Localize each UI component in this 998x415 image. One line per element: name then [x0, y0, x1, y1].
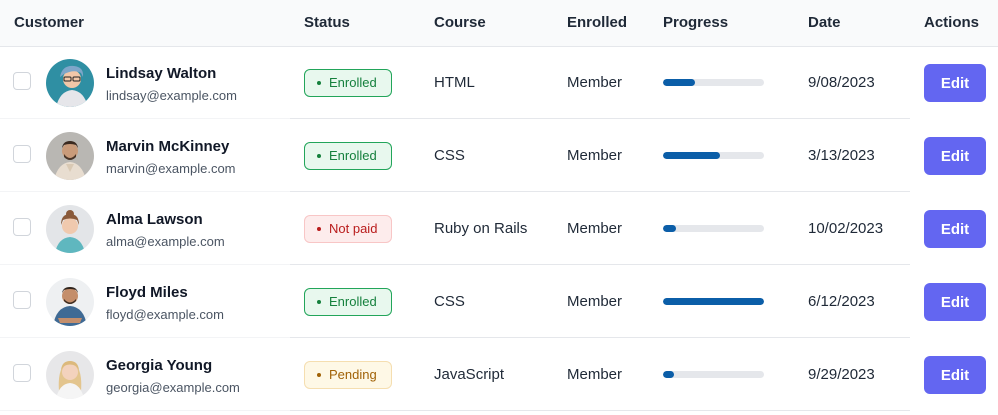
- header-actions: Actions: [924, 14, 980, 31]
- row-checkbox[interactable]: [13, 72, 31, 90]
- customer-email: lindsay@example.com: [106, 88, 237, 103]
- row-checkbox[interactable]: [13, 145, 31, 163]
- table-row: Georgia Young georgia@example.com Pendin…: [0, 338, 998, 411]
- avatar: [46, 59, 94, 107]
- customer-email: alma@example.com: [106, 234, 225, 249]
- header-course[interactable]: Course: [434, 0, 486, 46]
- customers-table: Customer Status Course Enrolled Progress…: [0, 0, 998, 415]
- customer-name: Marvin McKinney: [106, 138, 230, 155]
- table-header: Customer Status Course Enrolled Progress…: [0, 0, 998, 47]
- avatar: [46, 132, 94, 180]
- avatar: [46, 205, 94, 253]
- avatar: [46, 278, 94, 326]
- progress-fill: [663, 371, 675, 378]
- progress-bar: [663, 225, 764, 232]
- edit-button[interactable]: Edit: [924, 283, 986, 321]
- header-enrolled[interactable]: Enrolled: [567, 0, 627, 46]
- enrollment-type: Member: [567, 220, 623, 237]
- enrollment-date: 6/12/2023: [808, 293, 875, 310]
- status-dot-icon: [317, 153, 321, 158]
- table-row: Alma Lawson alma@example.com Not paid Ru…: [0, 192, 998, 265]
- header-date[interactable]: Date: [808, 0, 841, 46]
- progress-bar: [663, 298, 764, 305]
- enrollment-date: 9/29/2023: [808, 366, 875, 383]
- row-divider: [290, 410, 910, 411]
- course-name: CSS: [434, 293, 465, 310]
- table-row: Marvin McKinney marvin@example.com Enrol…: [0, 119, 998, 192]
- status-label: Enrolled: [329, 148, 377, 163]
- edit-button[interactable]: Edit: [924, 210, 986, 248]
- status-dot-icon: [317, 226, 321, 231]
- enrollment-type: Member: [567, 293, 623, 310]
- header-customer[interactable]: Customer: [14, 0, 84, 46]
- status-label: Pending: [329, 367, 377, 382]
- enrollment-type: Member: [567, 74, 623, 91]
- row-checkbox[interactable]: [13, 364, 31, 382]
- customer-email: georgia@example.com: [106, 380, 240, 395]
- table-body: Lindsay Walton lindsay@example.com Enrol…: [0, 46, 998, 411]
- course-name: CSS: [434, 147, 465, 164]
- status-label: Enrolled: [329, 75, 377, 90]
- enrollment-type: Member: [567, 366, 623, 383]
- status-badge: Enrolled: [304, 69, 392, 97]
- enrollment-date: 3/13/2023: [808, 147, 875, 164]
- status-label: Not paid: [329, 221, 378, 236]
- enrollment-date: 10/02/2023: [808, 220, 884, 237]
- status-label: Enrolled: [329, 294, 377, 309]
- status-badge: Enrolled: [304, 288, 392, 316]
- status-badge: Pending: [304, 361, 392, 389]
- progress-fill: [663, 79, 696, 86]
- header-progress[interactable]: Progress: [663, 0, 728, 46]
- customer-name: Georgia Young: [106, 357, 213, 374]
- course-name: HTML: [434, 74, 475, 91]
- course-name: JavaScript: [434, 366, 505, 383]
- edit-button[interactable]: Edit: [924, 137, 986, 175]
- status-badge: Not paid: [304, 215, 393, 243]
- progress-fill: [663, 225, 677, 232]
- avatar: [46, 351, 94, 399]
- edit-button[interactable]: Edit: [924, 64, 986, 102]
- table-row: Floyd Miles floyd@example.com Enrolled C…: [0, 265, 998, 338]
- edit-button[interactable]: Edit: [924, 356, 986, 394]
- customer-email: marvin@example.com: [106, 161, 236, 176]
- status-dot-icon: [317, 299, 321, 304]
- status-badge: Enrolled: [304, 142, 392, 170]
- header-status[interactable]: Status: [304, 0, 350, 46]
- row-checkbox[interactable]: [13, 291, 31, 309]
- row-checkbox[interactable]: [13, 218, 31, 236]
- course-name: Ruby on Rails: [434, 220, 528, 237]
- status-dot-icon: [317, 372, 321, 377]
- enrollment-date: 9/08/2023: [808, 74, 875, 91]
- progress-fill: [663, 152, 720, 159]
- row-divider: [0, 410, 290, 411]
- table-row: Lindsay Walton lindsay@example.com Enrol…: [0, 46, 998, 119]
- customer-name: Alma Lawson: [106, 211, 203, 228]
- progress-bar: [663, 152, 764, 159]
- customer-name: Lindsay Walton: [106, 65, 217, 82]
- progress-fill: [663, 298, 764, 305]
- customer-email: floyd@example.com: [106, 307, 224, 322]
- progress-bar: [663, 371, 764, 378]
- customer-name: Floyd Miles: [106, 284, 188, 301]
- enrollment-type: Member: [567, 147, 623, 164]
- status-dot-icon: [317, 80, 321, 85]
- progress-bar: [663, 79, 764, 86]
